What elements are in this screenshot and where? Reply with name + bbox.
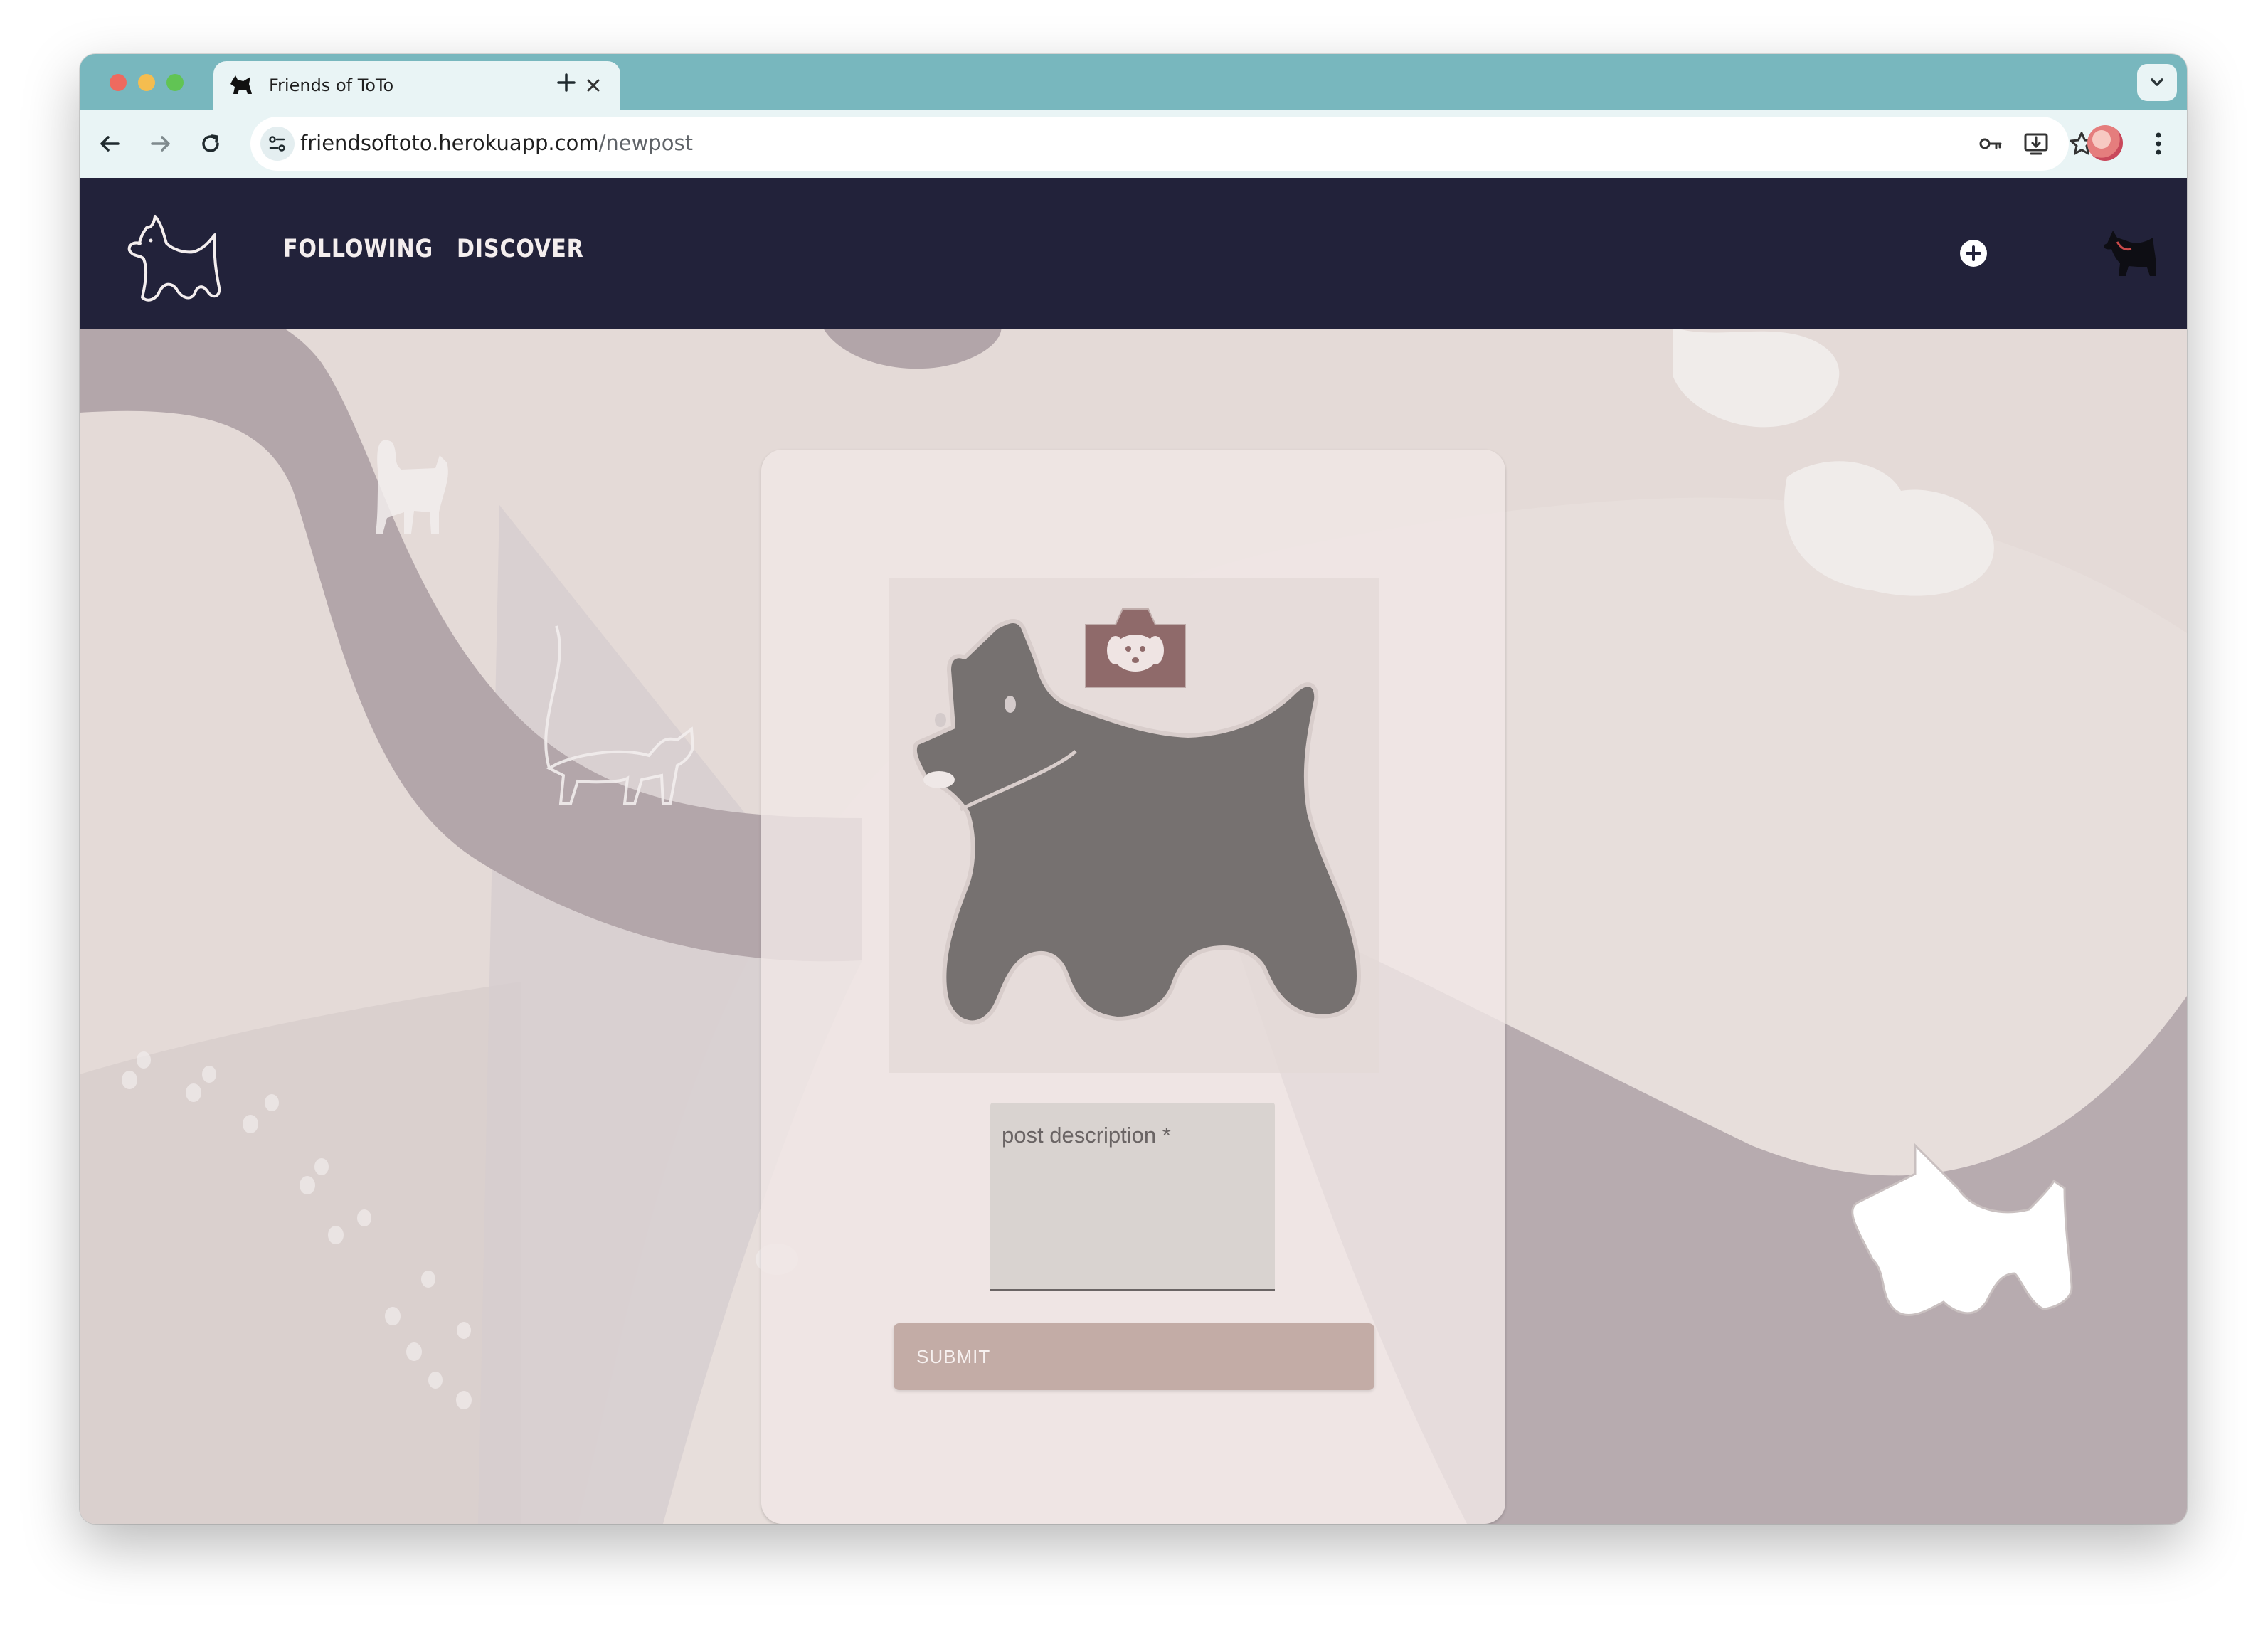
post-image-preview[interactable] <box>889 578 1379 1073</box>
url-domain: friendsoftoto.herokuapp.com <box>300 131 599 155</box>
forward-arrow-icon[interactable] <box>145 128 176 159</box>
nav-following-link[interactable]: FOLLOWING <box>283 235 433 263</box>
site-settings-icon[interactable] <box>260 127 295 161</box>
browser-toolbar: friendsoftoto.herokuapp.com/newpost <box>80 110 2187 178</box>
post-description-placeholder: post description * <box>1002 1123 1171 1148</box>
address-bar[interactable]: friendsoftoto.herokuapp.com/newpost <box>250 117 2094 171</box>
close-window-button[interactable] <box>110 74 127 91</box>
tab-search-button[interactable] <box>2137 64 2177 101</box>
terrier-favicon-icon <box>230 75 252 94</box>
add-circle-icon[interactable] <box>1958 238 1989 269</box>
url-text: friendsoftoto.herokuapp.com/newpost <box>300 131 693 155</box>
browser-window: Friends of ToTo friendsoftoto.herokuapp.… <box>80 54 2187 1524</box>
nav-discover-link[interactable]: DISCOVER <box>457 235 584 263</box>
key-icon[interactable] <box>1975 128 2006 159</box>
kebab-menu-icon[interactable] <box>2143 127 2174 161</box>
chevron-down-icon <box>2151 78 2163 86</box>
camera-icon[interactable] <box>1079 603 1192 693</box>
submit-button[interactable]: SUBMIT <box>894 1323 1374 1390</box>
terrier-logo-icon[interactable] <box>120 199 226 306</box>
user-avatar[interactable] <box>2097 221 2161 282</box>
reload-icon[interactable] <box>195 128 226 159</box>
maximize-window-button[interactable] <box>166 74 184 91</box>
close-icon[interactable] <box>579 71 608 100</box>
submit-button-label: SUBMIT <box>916 1346 991 1367</box>
post-description-field[interactable]: post description * <box>990 1103 1275 1291</box>
url-path: /newpost <box>598 131 693 155</box>
back-arrow-icon[interactable] <box>94 128 125 159</box>
install-icon[interactable] <box>2020 128 2052 159</box>
app-navbar: FOLLOWING DISCOVER <box>80 178 2187 329</box>
tab-title: Friends of ToTo <box>269 75 394 95</box>
plus-icon[interactable] <box>551 67 582 98</box>
minimize-window-button[interactable] <box>138 74 155 91</box>
page-viewport: FOLLOWING DISCOVER post description * SU… <box>80 178 2187 1524</box>
tab-strip: Friends of ToTo <box>80 54 2187 110</box>
new-post-card: post description * SUBMIT <box>761 450 1505 1524</box>
profile-avatar[interactable] <box>2087 125 2123 161</box>
